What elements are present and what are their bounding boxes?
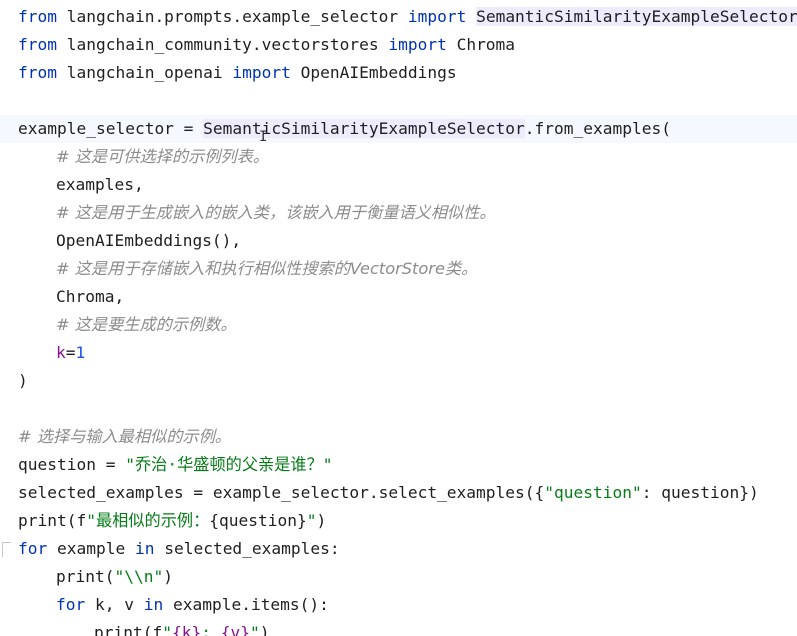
keyword-in: in xyxy=(134,539,155,558)
code-line-14[interactable]: ) xyxy=(18,368,28,394)
code-line-19[interactable]: print(f"最相似的示例：{question}") xyxy=(18,508,326,534)
string-literal: "\\n" xyxy=(114,567,164,586)
module-name: langchain_openai xyxy=(56,63,233,82)
code-line-13[interactable]: k=1 xyxy=(56,340,85,366)
keyword-from: from xyxy=(18,63,57,82)
imported-name: Chroma xyxy=(446,35,516,54)
keyword-for: for xyxy=(56,595,86,614)
method-call: .from_examples( xyxy=(524,119,671,138)
assignment-lhs: example_selector = xyxy=(18,119,204,138)
module-name: langchain_community.vectorstores xyxy=(56,35,389,54)
number-literal: 1 xyxy=(75,343,86,362)
code-line-2[interactable]: from langchain_community.vectorstores im… xyxy=(18,32,515,58)
code-comment[interactable]: # 选择与输入最相似的示例。 xyxy=(18,424,231,450)
code-line-9[interactable]: OpenAIEmbeddings(), xyxy=(56,228,241,254)
string-literal: "question" xyxy=(544,483,642,502)
keyword-import: import xyxy=(232,63,291,82)
imported-name: OpenAIEmbeddings xyxy=(290,63,457,82)
code-line-5[interactable]: example_selector = SemanticSimilarityExa… xyxy=(18,116,671,142)
string-literal: "最相似的示例： xyxy=(86,511,210,530)
code-comment[interactable]: # 这是可供选择的示例列表。 xyxy=(56,144,269,170)
code-comment[interactable]: # 这是用于生成嵌入的嵌入类，该嵌入用于衡量语义相似性。 xyxy=(56,200,496,226)
keyword-in: in xyxy=(143,595,164,614)
code-line-20[interactable]: for example in selected_examples: xyxy=(18,536,340,562)
code-line-3[interactable]: from langchain_openai import OpenAIEmbed… xyxy=(18,60,457,86)
highlighted-class-name: SemanticSimilarityExampleSelector xyxy=(476,7,797,26)
fold-marker-icon[interactable] xyxy=(2,542,11,557)
code-line-21[interactable]: print("\\n") xyxy=(56,564,173,590)
code-editor[interactable]: from langchain.prompts.example_selector … xyxy=(0,0,797,636)
code-line-23[interactable]: print(f"{k}: {v}") xyxy=(94,620,269,636)
code-comment[interactable]: # 这是用于存储嵌入和执行相似性搜索的VectorStore类。 xyxy=(56,256,477,282)
string-literal: " xyxy=(162,623,172,636)
keyword-from: from xyxy=(18,35,57,54)
highlighted-class-name: SemanticSimilarityExampleSelector xyxy=(203,119,525,138)
keyword-import: import xyxy=(388,35,447,54)
code-line-17[interactable]: question = "乔治·华盛顿的父亲是谁？" xyxy=(18,452,333,478)
code-line-1[interactable]: from langchain.prompts.example_selector … xyxy=(18,4,797,30)
keyword-for: for xyxy=(18,539,48,558)
code-line-11[interactable]: Chroma, xyxy=(56,284,124,310)
module-name: langchain.prompts.example_selector xyxy=(56,7,408,26)
string-literal: "乔治·华盛顿的父亲是谁？" xyxy=(125,455,333,474)
code-line-22[interactable]: for k, v in example.items(): xyxy=(56,592,329,618)
code-line-7[interactable]: examples, xyxy=(56,172,144,198)
keyword-import: import xyxy=(407,7,467,26)
keyword-from: from xyxy=(18,7,57,26)
code-comment[interactable]: # 这是要生成的示例数。 xyxy=(56,312,237,338)
code-line-18[interactable]: selected_examples = example_selector.sel… xyxy=(18,480,759,506)
keyword-argument: k xyxy=(56,343,66,362)
